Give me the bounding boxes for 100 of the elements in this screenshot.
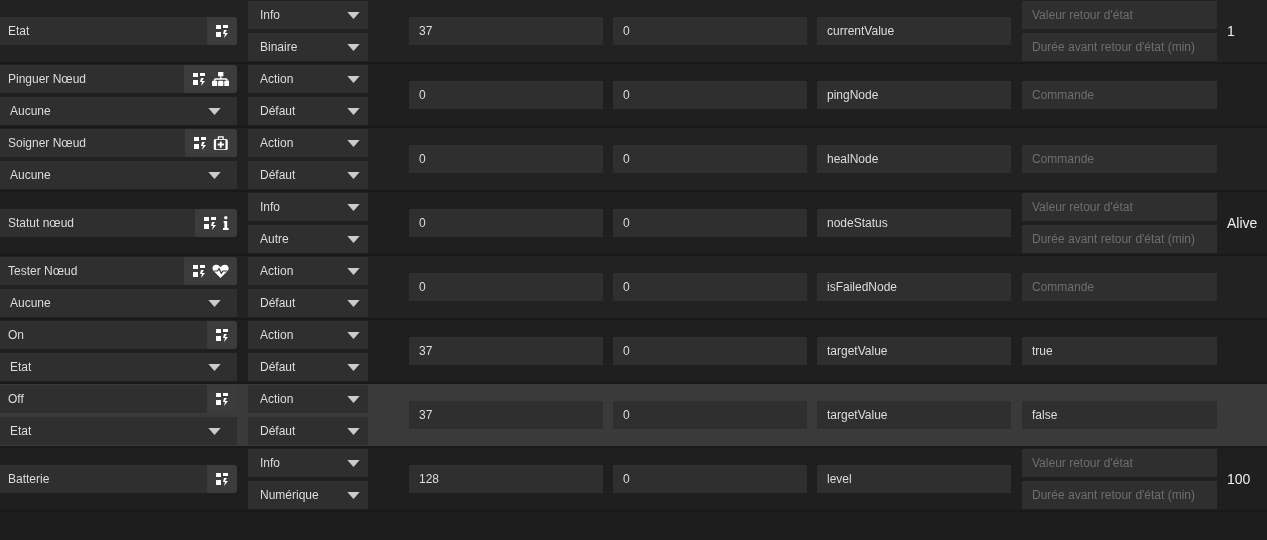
input-field[interactable]: 37: [409, 337, 603, 365]
caret-icon: [347, 427, 360, 435]
caret-icon: [347, 395, 360, 403]
caret-icon: [347, 107, 360, 115]
caret-icon: [347, 203, 360, 211]
input-field[interactable]: 0: [613, 337, 807, 365]
dropdown[interactable]: Binaire: [248, 33, 368, 61]
input-field[interactable]: Durée avant retour d'état (min): [1022, 33, 1217, 61]
input-field[interactable]: isFailedNode: [817, 273, 1011, 301]
input-field[interactable]: Valeur retour d'état: [1022, 193, 1217, 221]
input-field[interactable]: Valeur retour d'état: [1022, 1, 1217, 29]
name-field[interactable]: Batterie: [0, 465, 237, 493]
device-icon: [193, 136, 208, 150]
input-field[interactable]: 0: [613, 81, 807, 109]
input-field[interactable]: Commande: [1022, 81, 1217, 109]
icon-button[interactable]: [183, 257, 237, 285]
input-field[interactable]: Commande: [1022, 145, 1217, 173]
caret-icon: [208, 299, 221, 307]
device-icon: [215, 328, 229, 342]
name-field[interactable]: Soigner Nœud: [0, 129, 237, 157]
dropdown[interactable]: Action: [248, 129, 368, 157]
input-field[interactable]: targetValue: [817, 401, 1011, 429]
dropdown[interactable]: Info: [248, 449, 368, 477]
input-field[interactable]: 0: [409, 209, 603, 237]
dropdown[interactable]: Etat: [0, 417, 237, 445]
dropdown[interactable]: Info: [248, 1, 368, 29]
input-field[interactable]: 0: [613, 209, 807, 237]
input-field[interactable]: currentValue: [817, 17, 1011, 45]
dropdown[interactable]: Action: [248, 385, 368, 413]
input-field[interactable]: Durée avant retour d'état (min): [1022, 481, 1217, 509]
name-field[interactable]: Statut nœud: [0, 209, 237, 237]
caret-icon: [347, 459, 360, 467]
device-icon: [191, 264, 206, 278]
dropdown[interactable]: Défaut: [248, 97, 368, 125]
icon-button[interactable]: [185, 129, 237, 157]
caret-icon: [347, 171, 360, 179]
device-icon: [215, 392, 229, 406]
dropdown[interactable]: Aucune: [0, 289, 237, 317]
icon-button[interactable]: [207, 465, 237, 493]
input-field[interactable]: 0: [613, 401, 807, 429]
input-field[interactable]: 128: [409, 465, 603, 493]
icon-button[interactable]: [207, 321, 237, 349]
input-field[interactable]: Valeur retour d'état: [1022, 449, 1217, 477]
caret-icon: [347, 331, 360, 339]
heartbeat-icon: [211, 264, 229, 278]
input-field[interactable]: 0: [409, 273, 603, 301]
state-value: Alive: [1227, 215, 1258, 231]
input-field[interactable]: 0: [613, 465, 807, 493]
dropdown[interactable]: Défaut: [248, 289, 368, 317]
input-field[interactable]: healNode: [817, 145, 1011, 173]
caret-icon: [208, 171, 221, 179]
input-field[interactable]: pingNode: [817, 81, 1011, 109]
input-field[interactable]: true: [1022, 337, 1217, 365]
name-field[interactable]: Off: [0, 385, 237, 413]
input-field[interactable]: 37: [409, 17, 603, 45]
device-icon: [215, 24, 229, 38]
input-field[interactable]: level: [817, 465, 1011, 493]
icon-button[interactable]: [195, 209, 237, 237]
dropdown[interactable]: Info: [248, 193, 368, 221]
caret-icon: [347, 267, 360, 275]
input-field[interactable]: 37: [409, 401, 603, 429]
input-field[interactable]: 0: [613, 273, 807, 301]
name-field[interactable]: On: [0, 321, 237, 349]
input-field[interactable]: Durée avant retour d'état (min): [1022, 225, 1217, 253]
dropdown[interactable]: Aucune: [0, 97, 237, 125]
input-field[interactable]: 0: [409, 145, 603, 173]
dropdown[interactable]: Action: [248, 257, 368, 285]
input-field[interactable]: nodeStatus: [817, 209, 1011, 237]
sitemap-icon: [211, 72, 229, 86]
input-field[interactable]: 0: [613, 17, 807, 45]
info-icon: [223, 216, 229, 230]
icon-button[interactable]: [183, 65, 237, 93]
caret-icon: [208, 427, 221, 435]
input-field[interactable]: false: [1022, 401, 1217, 429]
dropdown[interactable]: Action: [248, 65, 368, 93]
icon-button[interactable]: [207, 17, 237, 45]
dropdown[interactable]: Défaut: [248, 161, 368, 189]
dropdown[interactable]: Autre: [248, 225, 368, 253]
name-field[interactable]: Tester Nœud: [0, 257, 237, 285]
dropdown[interactable]: Etat: [0, 353, 237, 381]
caret-icon: [208, 363, 221, 371]
caret-icon: [347, 363, 360, 371]
caret-icon: [347, 299, 360, 307]
input-field[interactable]: 0: [409, 81, 603, 109]
medkit-icon: [213, 136, 229, 150]
dropdown[interactable]: Défaut: [248, 417, 368, 445]
dropdown[interactable]: Action: [248, 321, 368, 349]
name-field[interactable]: Pinguer Nœud: [0, 65, 237, 93]
input-field[interactable]: Commande: [1022, 273, 1217, 301]
dropdown[interactable]: Défaut: [248, 353, 368, 381]
device-icon: [191, 72, 206, 86]
dropdown[interactable]: Numérique: [248, 481, 368, 509]
caret-icon: [208, 107, 221, 115]
caret-icon: [347, 491, 360, 499]
device-icon: [215, 472, 229, 486]
dropdown[interactable]: Aucune: [0, 161, 237, 189]
input-field[interactable]: targetValue: [817, 337, 1011, 365]
caret-icon: [347, 235, 360, 243]
name-field[interactable]: Etat: [0, 17, 237, 45]
input-field[interactable]: 0: [613, 145, 807, 173]
